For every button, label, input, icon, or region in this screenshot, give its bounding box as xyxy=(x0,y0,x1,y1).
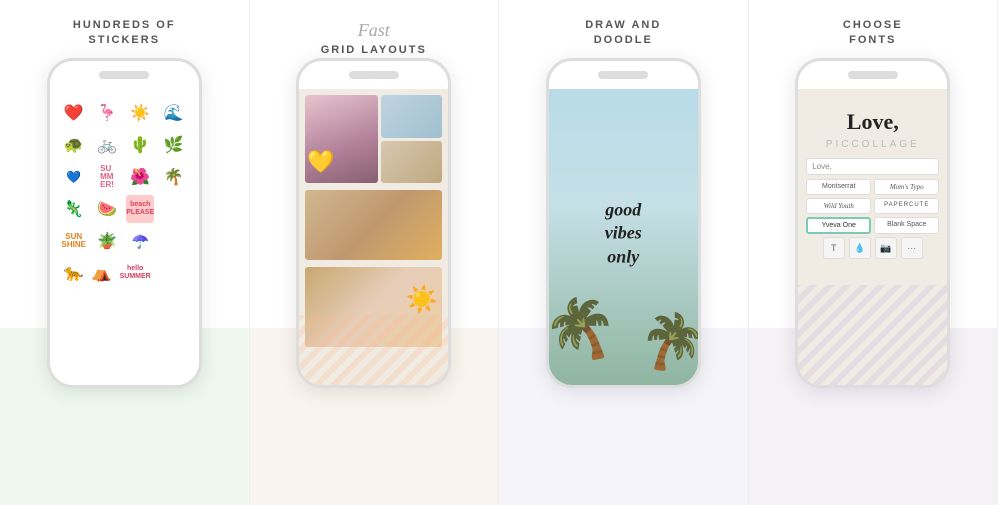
font-blank-space[interactable]: Blank Space xyxy=(874,217,939,234)
font-preview-sub: PICCOLLAGE xyxy=(826,139,920,150)
photo-boardwalk xyxy=(381,95,442,138)
sticker-flamingo: 🦩 xyxy=(93,99,121,127)
panel-fonts: CHOOSE FONTS Love, PICCOLLAGE Love, Mont… xyxy=(749,0,998,505)
sticker-empty xyxy=(160,195,188,223)
phone-stickers: ❤️ 🦩 ☀️ 🌊 🐢 🚲 🌵 🌿 💙 SUMMER! 🌺 🌴 🦎 🍉 beac… xyxy=(47,58,202,388)
sticker-plant: 🪴 xyxy=(93,227,121,255)
sticker-text-summer: SUMMER! xyxy=(93,163,121,191)
font-grid: Montserrat Mom's Typo Wild Youth PAPERCU… xyxy=(806,179,939,234)
font-preview-text: Love, xyxy=(847,109,899,135)
sticker-heart: ❤️ xyxy=(60,99,88,127)
sticker-leopard: 🐆 xyxy=(64,263,84,283)
sticker-text-sunshine: SUNSHINE xyxy=(60,227,88,255)
font-moms-typo[interactable]: Mom's Typo xyxy=(874,179,939,195)
palm-left-icon: 🌴 xyxy=(549,286,627,374)
font-wild-youth[interactable]: Wild Youth xyxy=(806,198,871,214)
stickers-grid: ❤️ 🦩 ☀️ 🌊 🐢 🚲 🌵 🌿 💙 SUMMER! 🌺 🌴 🦎 🍉 beac… xyxy=(56,95,193,259)
panel-doodle: DRAW AND DOODLE 🌴 🌴 goodvibesonly xyxy=(499,0,749,505)
photo-beach-walk xyxy=(381,141,442,184)
phone-grid: 💛 ☀️ xyxy=(296,58,451,388)
phone-doodle: 🌴 🌴 goodvibesonly xyxy=(546,58,701,388)
doodle-handwriting: goodvibesonly xyxy=(605,198,642,268)
sticker-sun: ☀️ xyxy=(126,99,154,127)
sun-gold-sticker: ☀️ xyxy=(406,284,438,315)
heart-gold-sticker: 💛 xyxy=(307,149,334,175)
sticker-empty2 xyxy=(160,227,188,255)
panel-stickers: HUNDREDS OF STICKERS ❤️ 🦩 ☀️ 🌊 🐢 🚲 🌵 🌿 💙… xyxy=(0,0,250,505)
font-montserrat[interactable]: Montserrat xyxy=(806,179,871,195)
font-color-button[interactable]: 💧 xyxy=(849,237,871,259)
font-text-button[interactable]: T xyxy=(823,237,845,259)
panel-fonts-title: CHOOSE FONTS xyxy=(843,18,903,48)
sticker-turtle: 🐢 xyxy=(60,131,88,159)
sticker-text-beach: beachPLEASE xyxy=(126,195,154,223)
font-papercute[interactable]: PAPERCUTE xyxy=(874,198,939,214)
sticker-flower: 🌺 xyxy=(126,163,154,191)
sticker-dino: 🦎 xyxy=(60,195,88,223)
panel-grid: Fast GRID LAYOUTS 💛 ☀️ xyxy=(250,0,500,505)
sticker-blue-heart: 💙 xyxy=(60,163,88,191)
font-toolbar: T 💧 📷 ··· xyxy=(806,237,939,259)
panel-grid-title: Fast GRID LAYOUTS xyxy=(321,18,427,48)
font-input[interactable]: Love, xyxy=(806,158,939,175)
sticker-bike: 🚲 xyxy=(93,131,121,159)
panel-stickers-title: HUNDREDS OF STICKERS xyxy=(73,18,176,48)
sticker-umbrella: ☂️ xyxy=(126,227,154,255)
font-image-button[interactable]: 📷 xyxy=(875,237,897,259)
sticker-tent: ⛺ xyxy=(92,263,112,283)
sticker-cactus: 🌵 xyxy=(126,131,154,159)
photo-ferris-wheel xyxy=(305,190,442,260)
sticker-palm: 🌴 xyxy=(160,163,188,191)
sticker-wave: 🌊 xyxy=(160,99,188,127)
palm-right-icon: 🌴 xyxy=(634,305,698,381)
sticker-leaf: 🌿 xyxy=(160,131,188,159)
panel-doodle-title: DRAW AND DOODLE xyxy=(585,18,661,48)
phone-fonts: Love, PICCOLLAGE Love, Montserrat Mom's … xyxy=(795,58,950,388)
font-more-button[interactable]: ··· xyxy=(901,237,923,259)
sticker-text-hello-summer: helloSUMMER xyxy=(120,265,151,282)
photo-right-col xyxy=(381,95,442,183)
sticker-watermelon: 🍉 xyxy=(93,195,121,223)
font-yveva-one[interactable]: Yveva One xyxy=(806,217,871,234)
